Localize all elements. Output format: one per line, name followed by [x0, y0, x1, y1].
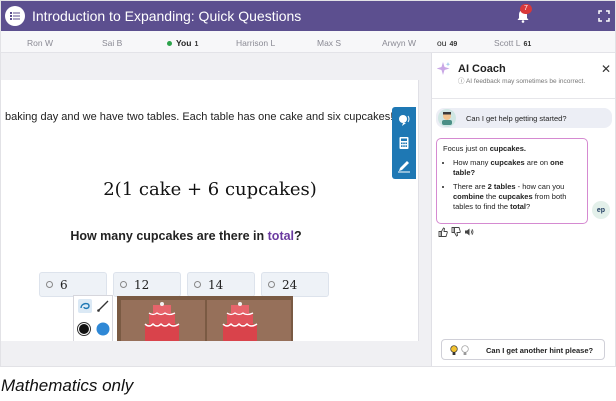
student-chip-you[interactable]: You 1	[167, 38, 198, 48]
question-story: baking day and we have two tables. Each …	[5, 111, 394, 123]
table-image	[207, 300, 291, 341]
radio-icon	[268, 281, 275, 288]
question-prompt: How many cupcakes are there in total?	[70, 229, 302, 243]
coach-title: AI Coach	[458, 63, 506, 75]
student-chip[interactable]: Arwyn W	[382, 38, 416, 48]
answer-options: 6 12 14 24	[39, 272, 329, 297]
sparkle-icon	[437, 62, 451, 75]
hint-item: How many cupcakes are on one table?	[453, 158, 581, 178]
tool-strip	[392, 107, 416, 179]
question-card: baking day and we have two tables. Each …	[1, 80, 419, 341]
drawing-tools	[73, 295, 113, 341]
online-dot	[167, 41, 172, 47]
user-message: Can I get help getting started?	[436, 108, 612, 128]
app-frame: Introduction to Expanding: Quick Questio…	[0, 0, 616, 367]
students-bar: Ron W Sai B You 1 Harrison L Max S Arwyn …	[1, 31, 615, 53]
hint-item: There are 2 tables - how can you combine…	[453, 182, 581, 212]
pen-icon[interactable]	[397, 159, 411, 173]
read-aloud-icon[interactable]	[397, 113, 411, 127]
fullscreen-icon[interactable]	[598, 10, 610, 22]
student-chip[interactable]: Max S	[317, 38, 341, 48]
speaker-icon[interactable]	[464, 227, 474, 237]
user-avatar-icon	[442, 112, 452, 125]
another-hint-button[interactable]: Can I get another hint please?	[441, 339, 605, 360]
student-chip[interactable]: Harrison L	[236, 38, 275, 48]
line-tool-icon[interactable]	[96, 299, 110, 313]
notification-badge: 7	[520, 4, 532, 14]
menu-button[interactable]	[5, 6, 25, 26]
thumbs-down-icon[interactable]	[451, 227, 461, 237]
lasso-icon[interactable]	[78, 299, 92, 313]
radio-icon	[46, 281, 53, 288]
answer-option[interactable]: 24	[261, 272, 329, 297]
hint-list: How many cupcakes are on one table? Ther…	[443, 158, 581, 212]
ai-coach-panel: AI Coach ⓘ AI feedback may sometimes be …	[431, 53, 615, 366]
cake-icon	[222, 302, 258, 341]
caption: Mathematics only	[1, 376, 134, 395]
answer-option[interactable]: 6	[39, 272, 107, 297]
cake-icon	[144, 302, 180, 341]
coach-avatar: ep	[592, 201, 610, 219]
hint-button-label: Can I get another hint please?	[486, 346, 594, 355]
user-message-text: Can I get help getting started?	[466, 114, 567, 123]
answer-option[interactable]: 14	[187, 272, 255, 297]
radio-icon	[120, 281, 127, 288]
student-chip[interactable]: Sai B	[102, 38, 122, 48]
cake-tables-image	[117, 296, 293, 341]
black-color-swatch[interactable]	[77, 322, 91, 336]
math-expression: 2(1 cake + 6 cupcakes)	[103, 179, 317, 200]
lightbulb-icon	[450, 345, 458, 355]
question-stage: baking day and we have two tables. Each …	[1, 53, 431, 366]
close-icon[interactable]: ✕	[601, 62, 611, 76]
radio-icon	[194, 281, 201, 288]
answer-option[interactable]: 12	[113, 272, 181, 297]
lesson-title: Introduction to Expanding: Quick Questio…	[32, 8, 302, 24]
calculator-icon[interactable]	[397, 136, 411, 150]
coach-intro: Focus just on cupcakes.	[443, 144, 526, 153]
lightbulb-icon	[461, 345, 469, 355]
coach-header: AI Coach ⓘ AI feedback may sometimes be …	[432, 53, 615, 99]
bottom-bar	[1, 341, 431, 366]
student-chip[interactable]: Ron W	[27, 38, 53, 48]
student-chip[interactable]: ou 49	[437, 38, 457, 48]
table-image	[121, 300, 205, 341]
avatar	[438, 109, 456, 127]
coach-message: Focus just on cupcakes. How many cupcake…	[436, 138, 588, 224]
student-chip[interactable]: Scott L 61	[494, 38, 531, 48]
coach-disclaimer: ⓘ AI feedback may sometimes be incorrect…	[458, 78, 586, 85]
header-bar: Introduction to Expanding: Quick Questio…	[1, 1, 615, 31]
blue-color-swatch[interactable]	[96, 322, 110, 336]
menu-list-icon	[10, 12, 20, 20]
thumbs-up-icon[interactable]	[438, 227, 448, 237]
